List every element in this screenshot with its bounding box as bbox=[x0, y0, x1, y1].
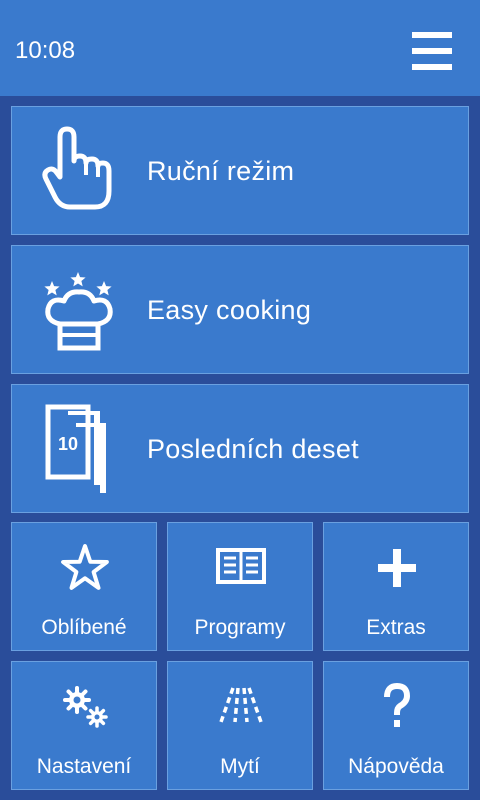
gears-icon bbox=[55, 682, 115, 732]
help-label: Nápověda bbox=[348, 755, 444, 778]
manual-mode-label: Ruční režim bbox=[147, 156, 295, 186]
last-ten-tile[interactable]: 10 Posledních deset bbox=[11, 384, 469, 513]
extras-tile[interactable]: Extras bbox=[323, 522, 469, 651]
stacked-cards-icon: 10 bbox=[40, 403, 120, 497]
chef-hat-stars-icon bbox=[40, 264, 120, 358]
hand-pointer-icon bbox=[40, 125, 120, 219]
favorites-label: Oblíbené bbox=[41, 616, 127, 639]
cleaning-tile[interactable]: Mytí bbox=[167, 661, 313, 790]
star-outline-icon bbox=[55, 543, 115, 593]
main-content: Ruční režim Easy cooking 10 Posledních d… bbox=[0, 96, 480, 800]
easy-cooking-tile[interactable]: Easy cooking bbox=[11, 245, 469, 374]
question-mark-icon bbox=[367, 682, 427, 732]
cleaning-label: Mytí bbox=[220, 755, 260, 778]
settings-label: Nastavení bbox=[36, 755, 132, 778]
programs-label: Programy bbox=[194, 616, 286, 639]
clock-time: 10:08 bbox=[15, 37, 76, 64]
app-header: 10:08 bbox=[0, 0, 480, 96]
open-book-icon bbox=[211, 543, 271, 593]
settings-tile[interactable]: Nastavení bbox=[11, 661, 157, 790]
plus-icon bbox=[367, 543, 427, 593]
menu-button[interactable] bbox=[404, 26, 460, 76]
last-ten-label: Posledních deset bbox=[147, 434, 359, 464]
spray-jets-icon bbox=[211, 682, 271, 732]
help-tile[interactable]: Nápověda bbox=[323, 661, 469, 790]
easy-cooking-label: Easy cooking bbox=[147, 295, 312, 325]
favorites-tile[interactable]: Oblíbené bbox=[11, 522, 157, 651]
programs-tile[interactable]: Programy bbox=[167, 522, 313, 651]
extras-label: Extras bbox=[366, 616, 426, 639]
manual-mode-tile[interactable]: Ruční režim bbox=[11, 106, 469, 235]
last-ten-badge: 10 bbox=[58, 434, 78, 454]
